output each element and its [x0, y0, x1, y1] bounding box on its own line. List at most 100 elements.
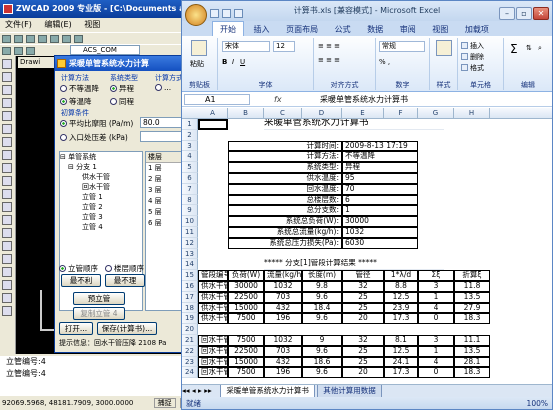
- column-header[interactable]: G: [418, 108, 454, 119]
- tree-item-return-main[interactable]: 回水干管: [60, 182, 142, 192]
- info-value[interactable]: 30000: [342, 216, 418, 227]
- hatch-icon[interactable]: [2, 163, 12, 173]
- snap-toggle[interactable]: 捕捉: [153, 398, 176, 408]
- column-header[interactable]: D: [302, 108, 342, 119]
- table-cell[interactable]: 22500: [228, 345, 264, 357]
- office-button[interactable]: [185, 4, 207, 26]
- open-icon[interactable]: [14, 35, 23, 43]
- table-cell[interactable]: 18.4: [302, 302, 342, 314]
- table-cell[interactable]: 9.6: [302, 291, 342, 303]
- info-value[interactable]: 1: [342, 205, 418, 217]
- system-tree[interactable]: ⊟ 单管系统 ⊟ 分支 1 供水干管 回水干管 立管 1 立管 2 立管 3 立…: [59, 151, 143, 311]
- table-cell[interactable]: 11.1: [454, 335, 490, 346]
- table-cell[interactable]: 13.5: [454, 345, 490, 357]
- table-cell[interactable]: 4: [418, 302, 454, 314]
- table-cell[interactable]: 9.6: [302, 367, 342, 379]
- format-cells-button[interactable]: 格式: [461, 63, 484, 73]
- table-cell[interactable]: 9.6: [302, 313, 342, 325]
- inlet-pressure-radio[interactable]: 入口处压差 (kPa): [60, 132, 128, 143]
- tree-item-riser-2[interactable]: 立管 2: [60, 202, 142, 212]
- paste-icon[interactable]: [74, 35, 83, 43]
- row-header[interactable]: 10: [182, 216, 198, 227]
- row-header[interactable]: 14: [182, 259, 198, 271]
- name-box[interactable]: A1: [184, 94, 250, 105]
- info-label[interactable]: 计算时间:: [228, 140, 342, 152]
- table-cell[interactable]: 1032: [264, 335, 302, 346]
- minimize-button[interactable]: –: [499, 7, 515, 20]
- table-cell[interactable]: 回水干管4: [198, 367, 228, 379]
- tree-item-supply-main[interactable]: 供水干管: [60, 172, 142, 182]
- wipe-icon[interactable]: [2, 267, 12, 277]
- rectangle-icon[interactable]: [2, 111, 12, 121]
- table-cell[interactable]: 18.6: [302, 356, 342, 368]
- table-cell[interactable]: 供水干管1: [198, 281, 228, 292]
- info-value[interactable]: 6030: [342, 237, 418, 249]
- table-cell[interactable]: 回水干管1: [198, 335, 228, 346]
- sum-icon[interactable]: Σ: [510, 42, 518, 56]
- row-header[interactable]: 24: [182, 367, 198, 379]
- new-icon[interactable]: [2, 35, 11, 43]
- info-value[interactable]: 95: [342, 173, 418, 184]
- table-cell[interactable]: 3: [418, 281, 454, 292]
- info-label[interactable]: 系统总负荷(W):: [228, 216, 342, 227]
- tab-insert[interactable]: 插入: [247, 22, 277, 37]
- info-label[interactable]: 系统总流量(kg/h):: [228, 227, 342, 238]
- table-cell[interactable]: 25: [342, 291, 384, 303]
- table-cell[interactable]: 4: [418, 356, 454, 368]
- bulb-icon[interactable]: [14, 47, 23, 55]
- table-cell[interactable]: 1: [418, 345, 454, 357]
- delete-cells-button[interactable]: 删除: [461, 52, 484, 62]
- cad-menu-view[interactable]: 视图: [79, 18, 105, 32]
- sheet-nav-arrows[interactable]: ◂◂ ◂ ▸ ▸▸: [182, 386, 218, 395]
- table-cell[interactable]: 25: [342, 302, 384, 314]
- info-label[interactable]: 供水温度:: [228, 173, 342, 184]
- row-header[interactable]: 13: [182, 248, 198, 260]
- table-cell[interactable]: 7500: [228, 367, 264, 379]
- arc-icon[interactable]: [2, 98, 12, 108]
- table-cell[interactable]: 供水干管4: [198, 313, 228, 325]
- table-cell[interactable]: 30000: [228, 281, 264, 292]
- table-header[interactable]: 折算ξ: [454, 270, 490, 281]
- spline-icon[interactable]: [2, 137, 12, 147]
- table-header[interactable]: 流量(kg/h): [264, 270, 302, 281]
- row-header[interactable]: 23: [182, 356, 198, 368]
- paste-button[interactable]: 粘贴: [190, 59, 204, 69]
- worksheet-grid[interactable]: ABCDEFGH 1 2 3 4 5 6 7 8 9 10 11 12 13 14 15 16 17 18 19 20…: [182, 108, 552, 384]
- order-radio-riser[interactable]: 立管顺序: [59, 263, 98, 274]
- row-header[interactable]: 1: [182, 119, 198, 130]
- table-cell[interactable]: 8.8: [384, 281, 418, 292]
- table-cell[interactable]: 17.3: [384, 367, 418, 379]
- table-cell[interactable]: 0: [418, 367, 454, 379]
- table-cell[interactable]: 18.3: [454, 367, 490, 379]
- least-ideal-button[interactable]: 最不理: [105, 274, 145, 287]
- table-cell[interactable]: 9.8: [302, 281, 342, 292]
- column-header[interactable]: A: [198, 108, 228, 119]
- save-report-button[interactable]: 保存(计算书)...: [97, 322, 157, 335]
- info-value[interactable]: 2009-8-13 17:19: [342, 140, 418, 152]
- avg-ratio-radio[interactable]: 平均比摩阻 (Pa/m): [60, 118, 133, 129]
- font-name-select[interactable]: 宋体: [222, 41, 270, 52]
- info-value[interactable]: 70: [342, 183, 418, 195]
- boundary-icon[interactable]: [2, 280, 12, 290]
- table-cell[interactable]: 15000: [228, 302, 264, 314]
- close-button[interactable]: ✕: [533, 7, 549, 20]
- method-radio-equal-temp[interactable]: 不等温降: [60, 83, 99, 94]
- table-cell[interactable]: 20: [342, 313, 384, 325]
- table-cell[interactable]: 12.5: [384, 291, 418, 303]
- tab-home[interactable]: 开始: [212, 21, 244, 37]
- row-header[interactable]: 16: [182, 281, 198, 292]
- row-header[interactable]: 2: [182, 129, 198, 141]
- restore-button[interactable]: ▫: [516, 7, 532, 20]
- table-cell[interactable]: 13.5: [454, 291, 490, 303]
- table-cell[interactable]: 196: [264, 313, 302, 325]
- least-favorable-button[interactable]: 最不利: [61, 274, 101, 287]
- cad-menu-edit[interactable]: 编辑(E): [39, 18, 76, 32]
- table-cell[interactable]: 8.1: [384, 335, 418, 346]
- revcloud-icon[interactable]: [2, 293, 12, 303]
- table-cell[interactable]: 432: [264, 356, 302, 368]
- tree-item-branch[interactable]: ⊟ 分支 1: [60, 162, 142, 172]
- column-header[interactable]: H: [454, 108, 490, 119]
- point-icon[interactable]: [2, 202, 12, 212]
- row-header[interactable]: 17: [182, 291, 198, 303]
- table-icon[interactable]: [2, 228, 12, 238]
